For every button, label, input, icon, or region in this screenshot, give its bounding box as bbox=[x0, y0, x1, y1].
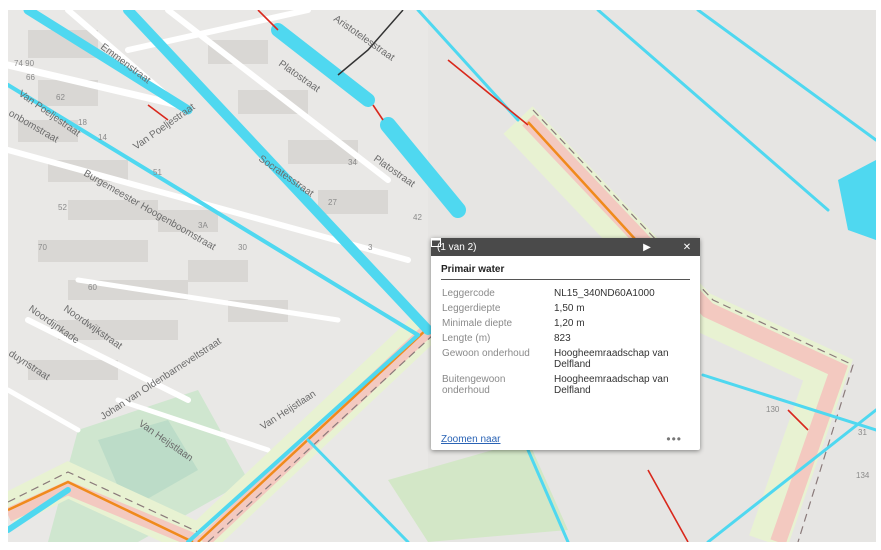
attribute-value: 823 bbox=[554, 333, 571, 344]
more-icon[interactable]: ••• bbox=[666, 432, 682, 446]
svg-text:31: 31 bbox=[858, 428, 867, 437]
popup-header: (1 van 2) ▶ ✕ bbox=[431, 238, 700, 256]
attribute-value: Hoogheemraadschap van Delfland bbox=[554, 348, 669, 370]
table-row: Leggercode NL15_340ND60A1000 bbox=[442, 286, 674, 301]
svg-text:134: 134 bbox=[856, 471, 870, 480]
maximize-icon[interactable] bbox=[431, 238, 674, 254]
attribute-value: Hoogheemraadschap van Delfland bbox=[554, 374, 669, 396]
svg-text:130: 130 bbox=[766, 405, 780, 414]
svg-text:3: 3 bbox=[368, 243, 373, 252]
attribute-value: 1,50 m bbox=[554, 303, 585, 314]
svg-text:27: 27 bbox=[328, 198, 337, 207]
attribute-value: NL15_340ND60A1000 bbox=[554, 288, 655, 299]
svg-text:51: 51 bbox=[153, 168, 162, 177]
svg-text:62: 62 bbox=[56, 93, 65, 102]
svg-text:30: 30 bbox=[238, 243, 247, 252]
table-row: Lengte (m) 823 bbox=[442, 331, 674, 346]
close-icon[interactable]: ✕ bbox=[680, 240, 694, 254]
popup-title: Primair water bbox=[441, 264, 690, 280]
attribute-key: Leggerdiepte bbox=[442, 303, 501, 314]
table-row: Buitengewoon onderhoud Hoogheemraadschap … bbox=[442, 372, 674, 398]
svg-text:14: 14 bbox=[98, 133, 107, 142]
attribute-key: Leggercode bbox=[442, 288, 495, 299]
svg-text:18: 18 bbox=[78, 118, 87, 127]
svg-text:3A: 3A bbox=[198, 221, 208, 230]
zoom-to-link[interactable]: Zoomen naar bbox=[441, 434, 666, 445]
svg-text:42: 42 bbox=[413, 213, 422, 222]
svg-text:66: 66 bbox=[26, 73, 35, 82]
attribute-key: Lengte (m) bbox=[442, 333, 491, 344]
popup-counter: (1 van 2) bbox=[437, 241, 477, 253]
table-row: Gewoon onderhoud Hoogheemraadschap van De… bbox=[442, 346, 674, 372]
svg-text:60: 60 bbox=[88, 283, 97, 292]
svg-text:70: 70 bbox=[38, 243, 47, 252]
table-row: Leggerdiepte 1,50 m bbox=[442, 301, 674, 316]
table-row: Minimale diepte 1,20 m bbox=[442, 316, 674, 331]
svg-text:52: 52 bbox=[58, 203, 67, 212]
popup-footer: Zoomen naar ••• bbox=[441, 432, 682, 446]
svg-text:74 90: 74 90 bbox=[14, 59, 35, 68]
attribute-table: Leggercode NL15_340ND60A1000 Leggerdiepte… bbox=[442, 286, 674, 398]
attribute-key: Gewoon onderhoud bbox=[442, 348, 530, 359]
svg-text:34: 34 bbox=[348, 158, 357, 167]
attribute-key: Buitengewoon onderhoud bbox=[442, 374, 506, 396]
play-icon[interactable]: ▶ bbox=[640, 240, 654, 254]
attribute-value: 1,20 m bbox=[554, 318, 585, 329]
feature-popup: (1 van 2) ▶ ✕ Primair water Leggercode NL… bbox=[431, 238, 700, 450]
attribute-key: Minimale diepte bbox=[442, 318, 513, 329]
map-canvas[interactable]: Emmenstraat Van Poeljestraat Aristoteles… bbox=[8, 10, 876, 542]
